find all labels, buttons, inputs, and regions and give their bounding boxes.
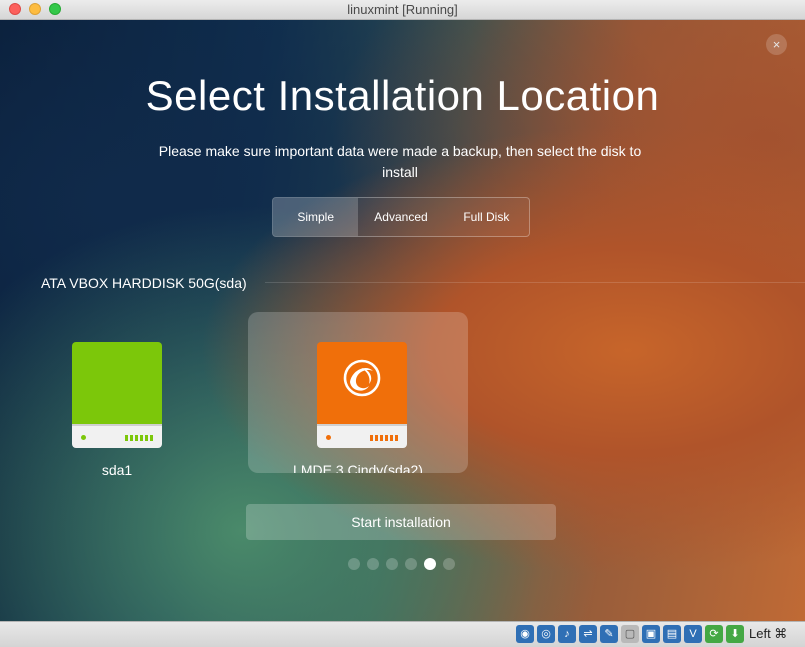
page-dot xyxy=(367,558,379,570)
device-icons: ◉ ◎ ♪ ⇌ ✎ ▢ ▣ ▤ V ⟳ ⬇ xyxy=(516,625,744,643)
audio-icon[interactable]: ♪ xyxy=(558,625,576,643)
partition-name: LMDE 3 Cindy(sda2) xyxy=(293,462,423,473)
partition-name: sda1 xyxy=(101,462,133,478)
vm-screen: × Select Installation Location Please ma… xyxy=(0,20,805,621)
deepin-logo-icon xyxy=(343,359,381,397)
recording-icon[interactable]: ▤ xyxy=(663,625,681,643)
tab-advanced[interactable]: Advanced xyxy=(358,198,443,236)
start-installation-button[interactable]: Start installation xyxy=(246,504,556,540)
install-mode-tabs: Simple Advanced Full Disk xyxy=(272,197,530,237)
shared-folder-icon[interactable]: ✎ xyxy=(600,625,618,643)
page-dot xyxy=(405,558,417,570)
hard-disk-icon[interactable]: ◉ xyxy=(516,625,534,643)
page-dot xyxy=(386,558,398,570)
close-icon[interactable]: × xyxy=(766,34,787,55)
display-icon[interactable]: ▢ xyxy=(621,625,639,643)
usb-icon[interactable]: ⇌ xyxy=(579,625,597,643)
window-title: linuxmint [Running] xyxy=(347,2,458,17)
partition-sda1[interactable]: sda1 xyxy=(55,312,179,478)
partition-sda2[interactable]: LMDE 3 Cindy(sda2) xyxy=(248,312,468,473)
disk-label: ATA VBOX HARDDISK 50G(sda) xyxy=(41,275,247,291)
page-title: Select Installation Location xyxy=(145,72,660,119)
vm-statusbar: ◉ ◎ ♪ ⇌ ✎ ▢ ▣ ▤ V ⟳ ⬇ Left ⌘ xyxy=(0,621,805,647)
screen-icon[interactable]: ▣ xyxy=(642,625,660,643)
disk-divider xyxy=(265,282,805,283)
mouse-integration-icon[interactable]: ⬇ xyxy=(726,625,744,643)
page-subtitle: Please make sure important data were mad… xyxy=(158,143,642,180)
tab-simple[interactable]: Simple xyxy=(273,198,359,236)
optical-drive-icon[interactable]: ◎ xyxy=(537,625,555,643)
page-dot xyxy=(443,558,455,570)
host-key-label: Left ⌘ xyxy=(749,626,788,641)
video-capture-icon[interactable]: V xyxy=(684,625,702,643)
page-indicator xyxy=(348,558,455,570)
window-titlebar: linuxmint [Running] xyxy=(0,0,805,20)
page-dot-current xyxy=(424,558,436,570)
network-icon[interactable]: ⟳ xyxy=(705,625,723,643)
hard-drive-icon xyxy=(72,342,162,448)
tab-full-disk[interactable]: Full Disk xyxy=(444,198,529,236)
deepin-logo-drive-icon xyxy=(317,342,407,448)
page-dot xyxy=(348,558,360,570)
